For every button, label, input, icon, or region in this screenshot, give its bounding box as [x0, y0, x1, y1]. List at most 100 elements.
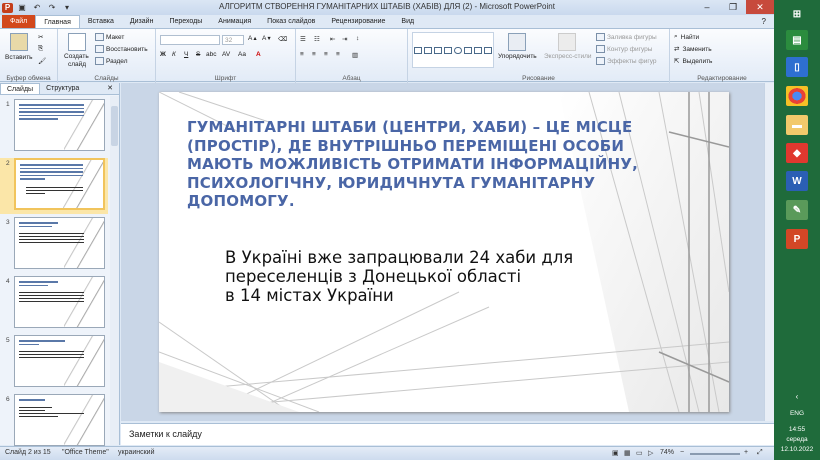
format-painter-icon[interactable]: 🖌: [38, 57, 46, 65]
reset-button[interactable]: Восстановить: [95, 45, 148, 53]
zoom-level[interactable]: 74%: [660, 449, 674, 456]
tab-insert[interactable]: Вставка: [80, 15, 122, 28]
word-icon[interactable]: W: [786, 171, 808, 191]
spacing-button[interactable]: AV: [222, 51, 230, 58]
line-spacing-icon[interactable]: ↕: [356, 35, 359, 42]
customize-quick-access-icon[interactable]: ▾: [61, 3, 73, 13]
bold-button[interactable]: Ж: [160, 51, 166, 58]
font-color-icon[interactable]: A: [256, 51, 261, 58]
strike-button[interactable]: S: [196, 51, 200, 58]
reading-view-icon[interactable]: ▭: [636, 449, 643, 457]
store-icon[interactable]: ▤: [786, 30, 808, 50]
current-slide[interactable]: ГУМАНІТАРНІ ШТАБИ (ЦЕНТРИ, ХАБИ) – ЦЕ МІ…: [159, 92, 729, 412]
line-shape-icon[interactable]: [424, 46, 432, 54]
close-button[interactable]: ✕: [746, 0, 774, 14]
paste-button[interactable]: Вставить: [5, 54, 33, 61]
tool-icon[interactable]: ✎: [786, 200, 808, 220]
new-slide-icon[interactable]: [68, 33, 86, 51]
tab-file[interactable]: Файл: [2, 15, 36, 28]
slide-thumbnail[interactable]: [14, 335, 105, 387]
arrange-icon[interactable]: [508, 33, 526, 51]
zoom-slider[interactable]: [690, 453, 740, 455]
language-indicator[interactable]: украинский: [118, 449, 155, 456]
clear-format-icon[interactable]: ⌫: [278, 35, 287, 43]
slide-thumbnail-row-selected[interactable]: 2: [0, 158, 108, 214]
rounded-rect-shape-icon[interactable]: [464, 46, 472, 54]
slide-thumbnail[interactable]: [14, 394, 105, 446]
slide-thumbnail-selected[interactable]: [14, 158, 105, 210]
decrease-indent-icon[interactable]: ⇤: [330, 35, 335, 43]
close-pane-icon[interactable]: ✕: [101, 83, 119, 94]
tab-home[interactable]: Главная: [35, 15, 80, 28]
numbering-icon[interactable]: ☷: [314, 35, 320, 43]
slideshow-view-icon[interactable]: ▷: [648, 449, 653, 457]
normal-view-icon[interactable]: ▣: [612, 449, 619, 457]
layout-button[interactable]: Макет: [95, 33, 124, 41]
zoom-in-icon[interactable]: +: [744, 449, 748, 456]
bullets-icon[interactable]: ☰: [300, 35, 306, 43]
section-button[interactable]: Раздел: [95, 57, 127, 65]
shadow-button[interactable]: abc: [206, 51, 216, 58]
notes-pane[interactable]: Заметки к слайду: [121, 423, 774, 445]
start-windows-icon[interactable]: ⊞: [786, 4, 808, 24]
input-language[interactable]: ENG: [774, 410, 820, 417]
powerpoint-logo-icon[interactable]: P: [2, 2, 13, 13]
save-icon[interactable]: ▣: [16, 3, 28, 13]
align-left-icon[interactable]: ≡: [300, 51, 304, 58]
align-center-icon[interactable]: ≡: [312, 51, 316, 58]
slide-body-text[interactable]: В Україні вже запрацювали 24 хаби для пе…: [225, 248, 625, 305]
select-button[interactable]: ⇱ Выделить: [674, 57, 712, 66]
slides-pane-scrollbar[interactable]: [110, 96, 119, 445]
font-family-input[interactable]: [160, 35, 220, 45]
document-icon[interactable]: ▯: [786, 57, 808, 77]
tab-transitions[interactable]: Переходы: [161, 15, 210, 28]
shape-fill-button[interactable]: Заливка фигуры: [596, 33, 657, 41]
arrange-button[interactable]: Упорядочить: [498, 53, 537, 60]
file-explorer-icon[interactable]: ▬: [786, 115, 808, 135]
replace-button[interactable]: ⇄ Заменить: [674, 45, 712, 54]
quick-styles-icon[interactable]: [558, 33, 576, 51]
paste-icon[interactable]: [10, 33, 28, 51]
undo-icon[interactable]: ↶: [31, 3, 43, 13]
triangle-shape-icon[interactable]: [474, 46, 482, 54]
anydesk-icon[interactable]: ◆: [786, 143, 808, 163]
slide-thumbnail[interactable]: [14, 99, 105, 151]
textbox-shape-icon[interactable]: [414, 46, 422, 54]
align-right-icon[interactable]: ≡: [324, 51, 328, 58]
chrome-icon[interactable]: [786, 86, 808, 106]
tab-animation[interactable]: Анимация: [210, 15, 259, 28]
help-icon[interactable]: ?: [762, 15, 766, 28]
tab-design[interactable]: Дизайн: [122, 15, 162, 28]
fit-to-window-icon[interactable]: ⤢: [757, 449, 763, 457]
shape-effects-button[interactable]: Эффекты фигур: [596, 57, 657, 65]
tab-slideshow[interactable]: Показ слайдов: [259, 15, 323, 28]
increase-indent-icon[interactable]: ⇥: [342, 35, 347, 43]
italic-button[interactable]: К: [172, 51, 176, 58]
slide-thumbnail[interactable]: [14, 276, 105, 328]
justify-icon[interactable]: ≡: [336, 51, 340, 58]
quick-styles-button[interactable]: Экспресс-стили: [544, 53, 592, 60]
find-button[interactable]: ⌕ Найти: [674, 33, 699, 41]
change-case-button[interactable]: Aa: [238, 51, 246, 58]
shrink-font-icon[interactable]: A ▼: [262, 35, 272, 42]
columns-icon[interactable]: ▥: [352, 51, 358, 59]
slide-thumbnail-row[interactable]: 5: [0, 335, 108, 391]
tab-slides[interactable]: Слайды: [0, 83, 41, 94]
editor-scrollbar[interactable]: [764, 83, 774, 421]
arrow-shape-icon[interactable]: [434, 46, 442, 54]
redo-icon[interactable]: ↷: [46, 3, 58, 13]
grow-font-icon[interactable]: A ▲: [248, 35, 258, 42]
copy-icon[interactable]: ⎘: [38, 45, 43, 53]
minimize-button[interactable]: –: [694, 0, 720, 14]
slide-thumbnail-row[interactable]: 3: [0, 217, 108, 273]
zoom-out-icon[interactable]: −: [680, 449, 684, 456]
rectangle-shape-icon[interactable]: [444, 46, 452, 54]
slide-thumbnail[interactable]: [14, 217, 105, 269]
clock-time[interactable]: 14:55: [774, 426, 820, 433]
tab-view[interactable]: Вид: [393, 15, 422, 28]
tab-review[interactable]: Рецензирование: [323, 15, 393, 28]
connector-shape-icon[interactable]: [484, 46, 492, 54]
slide-thumbnail-row[interactable]: 6: [0, 394, 108, 450]
sorter-view-icon[interactable]: ▦: [624, 449, 631, 457]
shapes-gallery[interactable]: [412, 32, 494, 68]
